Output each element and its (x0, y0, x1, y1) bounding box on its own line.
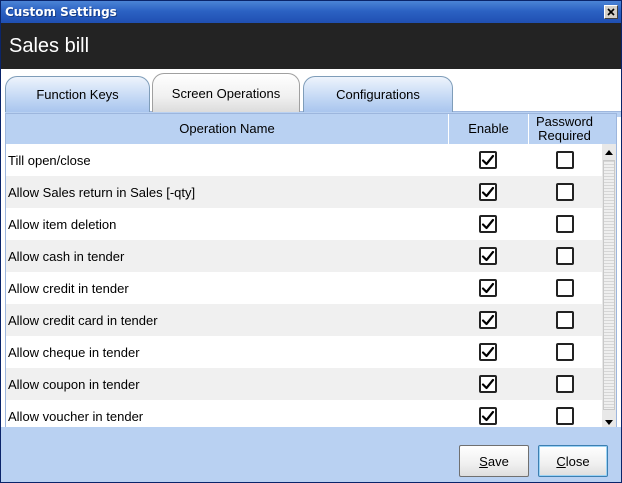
column-header-operation-name[interactable]: Operation Name (6, 114, 448, 144)
settings-body: Function Keys Screen Operations Configur… (1, 69, 621, 482)
enable-cell (448, 343, 528, 361)
checkmark-icon (481, 378, 495, 390)
save-button[interactable]: Save (459, 445, 529, 477)
scroll-up-icon (605, 149, 613, 155)
tab-strip: Function Keys Screen Operations Configur… (5, 73, 621, 117)
footer-bar: Save Close (1, 427, 621, 482)
table-row[interactable]: Allow coupon in tender (6, 368, 602, 400)
scroll-down-icon (605, 419, 613, 425)
operation-name-cell: Allow coupon in tender (8, 376, 140, 392)
grid-header: Operation Name Enable Password Required (6, 114, 616, 144)
enable-cell (448, 311, 528, 329)
checkmark-icon (481, 154, 495, 166)
scroll-up-button[interactable] (602, 146, 616, 158)
enable-cell (448, 247, 528, 265)
password-required-cell (528, 311, 602, 329)
save-button-label: ave (487, 453, 509, 469)
table-row[interactable]: Allow Sales return in Sales [-qty] (6, 176, 602, 208)
operation-name-cell: Allow voucher in tender (8, 408, 144, 424)
tab-configurations[interactable]: Configurations (303, 76, 453, 112)
password-required-cell (528, 247, 602, 265)
password-required-checkbox[interactable] (556, 247, 574, 265)
checkmark-icon (481, 346, 495, 358)
operation-name-cell: Allow cheque in tender (8, 344, 140, 360)
page-header: Sales bill (1, 23, 621, 69)
operation-name-cell: Allow item deletion (8, 216, 117, 232)
checkmark-icon (481, 218, 495, 230)
enable-checkbox[interactable] (479, 183, 497, 201)
enable-checkbox[interactable] (479, 215, 497, 233)
enable-checkbox[interactable] (479, 343, 497, 361)
close-button-label: lose (565, 453, 590, 469)
scrollbar-thumb[interactable] (603, 160, 615, 410)
password-required-cell (528, 279, 602, 297)
enable-cell (448, 183, 528, 201)
checkmark-icon (481, 186, 495, 198)
tab-function-keys[interactable]: Function Keys (5, 76, 150, 112)
close-button-mnemonic: C (556, 453, 566, 469)
close-icon (607, 8, 615, 16)
password-required-checkbox[interactable] (556, 279, 574, 297)
enable-cell (448, 279, 528, 297)
operation-name-cell: Allow credit in tender (8, 280, 129, 296)
password-required-cell (528, 215, 602, 233)
operation-name-cell: Till open/close (8, 152, 91, 168)
column-header-password-line1: Password (535, 114, 594, 129)
password-required-cell (528, 183, 602, 201)
table-row[interactable]: Allow credit in tender (6, 272, 602, 304)
password-required-cell (528, 375, 602, 393)
enable-cell (448, 151, 528, 169)
password-required-cell (528, 343, 602, 361)
enable-checkbox[interactable] (479, 247, 497, 265)
tab-screen-operations[interactable]: Screen Operations (152, 73, 300, 112)
enable-checkbox[interactable] (479, 279, 497, 297)
operation-name-cell: Allow credit card in tender (8, 312, 158, 328)
enable-cell (448, 407, 528, 425)
enable-checkbox[interactable] (479, 375, 497, 393)
table-row[interactable]: Allow credit card in tender (6, 304, 602, 336)
password-required-checkbox[interactable] (556, 375, 574, 393)
password-required-cell (528, 407, 602, 425)
save-button-mnemonic: S (479, 453, 488, 469)
operations-grid: Operation Name Enable Password Required T… (5, 113, 617, 429)
password-required-checkbox[interactable] (556, 183, 574, 201)
enable-checkbox[interactable] (479, 407, 497, 425)
enable-checkbox[interactable] (479, 311, 497, 329)
password-required-checkbox[interactable] (556, 311, 574, 329)
enable-checkbox[interactable] (479, 151, 497, 169)
password-required-checkbox[interactable] (556, 407, 574, 425)
window-close-button[interactable] (604, 5, 618, 19)
column-header-enable[interactable]: Enable (448, 114, 528, 144)
custom-settings-window: Custom Settings Sales bill Function Keys… (0, 0, 622, 483)
operation-name-cell: Allow cash in tender (8, 248, 125, 264)
checkmark-icon (481, 410, 495, 422)
table-row[interactable]: Till open/close (6, 144, 602, 176)
column-header-password-required[interactable]: Password Required (528, 114, 600, 144)
enable-cell (448, 215, 528, 233)
checkmark-icon (481, 314, 495, 326)
operation-name-cell: Allow Sales return in Sales [-qty] (8, 184, 196, 200)
title-bar[interactable]: Custom Settings (1, 1, 621, 23)
password-required-checkbox[interactable] (556, 215, 574, 233)
page-title: Sales bill (9, 34, 90, 57)
close-button[interactable]: Close (538, 445, 608, 477)
checkmark-icon (481, 282, 495, 294)
table-row[interactable]: Allow item deletion (6, 208, 602, 240)
checkmark-icon (481, 250, 495, 262)
vertical-scrollbar[interactable] (602, 144, 616, 428)
table-row[interactable]: Allow cheque in tender (6, 336, 602, 368)
password-required-cell (528, 151, 602, 169)
table-row[interactable]: Allow voucher in tender (6, 400, 602, 428)
column-header-password-line2: Required (538, 128, 591, 143)
window-title: Custom Settings (5, 5, 117, 19)
password-required-checkbox[interactable] (556, 343, 574, 361)
password-required-checkbox[interactable] (556, 151, 574, 169)
table-row[interactable]: Allow cash in tender (6, 240, 602, 272)
grid-rows: Till open/close Allow Sales return in Sal… (6, 144, 602, 428)
enable-cell (448, 375, 528, 393)
